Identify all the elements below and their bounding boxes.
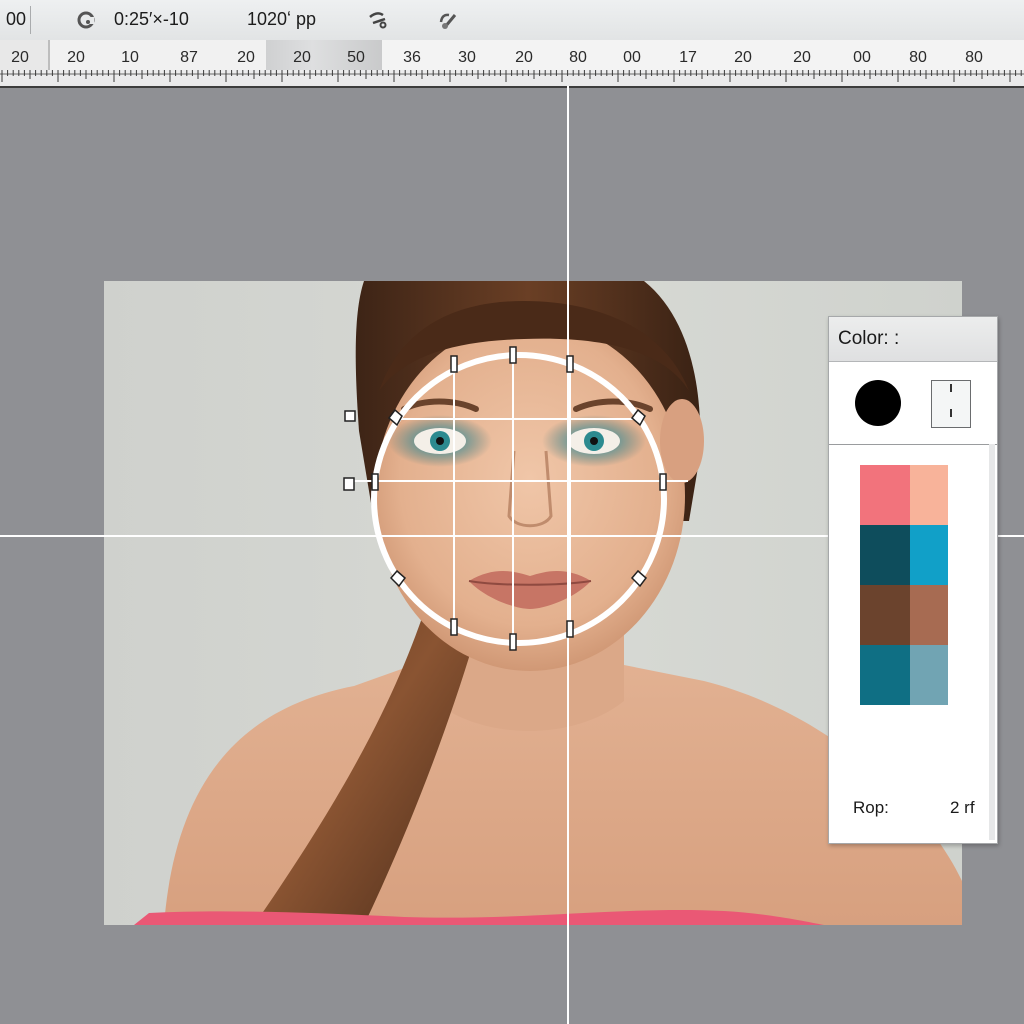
- color-swatch[interactable]: [860, 525, 910, 585]
- color-panel-title[interactable]: Color: :: [829, 317, 997, 362]
- foreground-color-swatch[interactable]: [855, 380, 901, 426]
- color-swatch[interactable]: [910, 645, 948, 705]
- color-swatch[interactable]: [860, 465, 910, 525]
- selection-ellipse[interactable]: [371, 352, 667, 646]
- background-swatch-icon[interactable]: [931, 380, 971, 428]
- panel-footer-value[interactable]: 2 rf: [950, 798, 975, 818]
- color-swatch[interactable]: [910, 465, 948, 525]
- top-handle[interactable]: [450, 355, 458, 373]
- color-selectors: [829, 362, 997, 445]
- selection-grid: [350, 352, 688, 648]
- right-handle[interactable]: [659, 473, 667, 491]
- color-swatch[interactable]: [860, 585, 910, 645]
- panel-footer-label: Rop:: [853, 798, 889, 817]
- color-swatch[interactable]: [910, 585, 948, 645]
- top-handle[interactable]: [566, 355, 574, 373]
- color-swatch[interactable]: [860, 645, 910, 705]
- swatch-grid: [860, 465, 948, 705]
- left-handle[interactable]: [371, 473, 379, 491]
- bottom-handle[interactable]: [509, 633, 517, 651]
- bottom-handle[interactable]: [450, 618, 458, 636]
- panel-scrollbar[interactable]: [989, 444, 995, 840]
- color-swatch[interactable]: [910, 525, 948, 585]
- top-handle[interactable]: [509, 346, 517, 364]
- corner-handle[interactable]: [344, 410, 356, 422]
- bottom-handle[interactable]: [566, 620, 574, 638]
- side-handle[interactable]: [343, 477, 355, 491]
- color-panel: Color: : Rop: 2 rf: [828, 316, 998, 844]
